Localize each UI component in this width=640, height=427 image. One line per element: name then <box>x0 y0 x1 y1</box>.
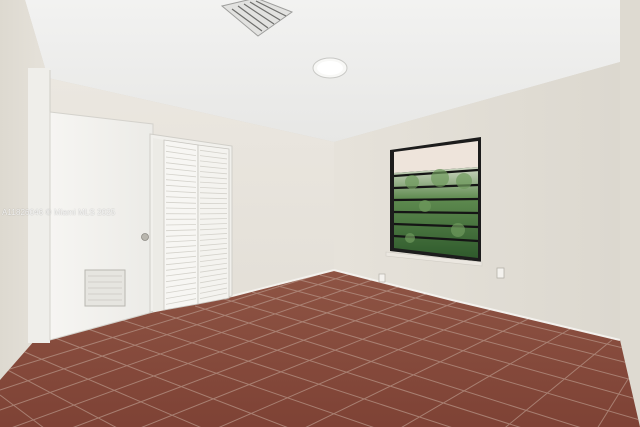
door-vent-icon <box>84 269 126 307</box>
door-knob-icon[interactable] <box>141 233 149 241</box>
mls-watermark: A11826046 © Miami MLS 2025 <box>2 208 116 217</box>
louver-slat <box>165 224 197 226</box>
door-frame-left <box>28 68 50 343</box>
entry-door[interactable] <box>49 111 154 341</box>
closet-louvered-doors[interactable] <box>153 138 230 312</box>
window[interactable] <box>385 137 483 267</box>
ceiling-light-icon <box>312 57 348 79</box>
